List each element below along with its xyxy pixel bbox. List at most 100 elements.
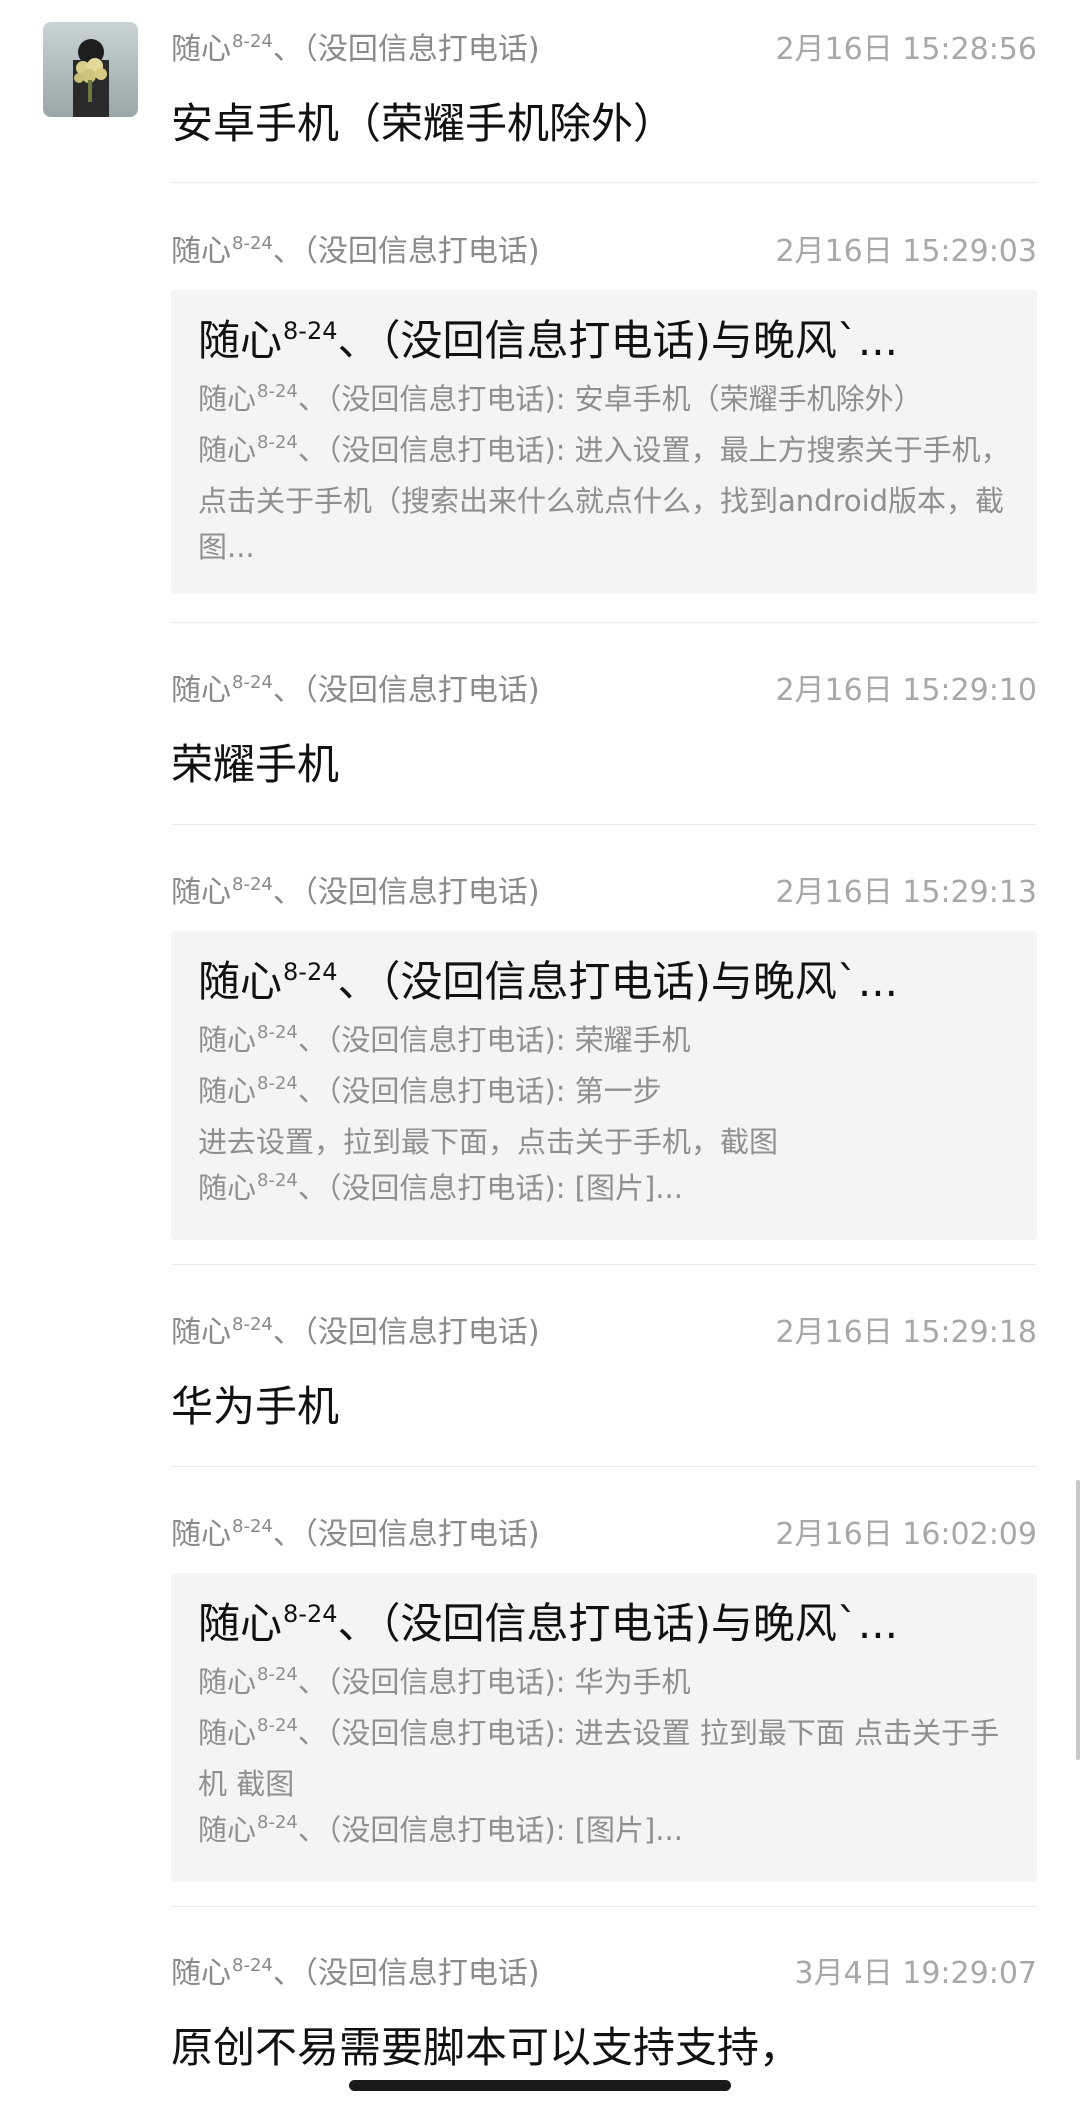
line-sup: 8-24 — [257, 1812, 298, 1833]
sender-name[interactable]: 随心8-24、（没回信息打电话) — [171, 867, 540, 911]
line-text: 、（没回信息打电话): 进去设置 拉到最下面 点击关于手机 截图 — [198, 1716, 1000, 1801]
line-prefix: 随心 — [198, 1665, 257, 1699]
sender-name-sup: 8-24 — [232, 1516, 273, 1537]
message-header: 随心8-24、（没回信息打电话) 2月16日 15:29:03 — [171, 226, 1037, 270]
divider — [171, 1466, 1037, 1467]
forwarded-card-title: 随心8-24、（没回信息打电话)与晚风`... — [198, 312, 1010, 376]
line-text: 、（没回信息打电话): [图片]... — [297, 1171, 683, 1205]
sender-name-text: 随心 — [171, 1517, 231, 1552]
line-sup: 8-24 — [257, 381, 298, 402]
sender-name-text: 随心 — [171, 234, 231, 269]
sender-name-text: 随心 — [171, 1315, 231, 1350]
forwarded-card-line: 随心8-24、（没回信息打电话): 进入设置，最上方搜索关于手机，点击关于手机（… — [198, 427, 1010, 570]
sender-name-suffix: 、（没回信息打电话) — [272, 1956, 540, 1991]
card-title-name: 随心 — [198, 316, 283, 365]
sender-name[interactable]: 随心8-24、（没回信息打电话) — [171, 1948, 540, 1992]
sender-name-text: 随心 — [171, 1956, 231, 1991]
message-time: 2月16日 15:29:13 — [775, 875, 1037, 910]
line-text: 、（没回信息打电话): [图片]... — [297, 1813, 683, 1847]
forwarded-chat-card[interactable]: 随心8-24、（没回信息打电话)与晚风`... 随心8-24、（没回信息打电话)… — [171, 931, 1037, 1240]
message-time: 2月16日 16:02:09 — [775, 1517, 1037, 1552]
forwarded-chat-card[interactable]: 随心8-24、（没回信息打电话)与晚风`... 随心8-24、（没回信息打电话)… — [171, 290, 1037, 594]
forwarded-card-line: 随心8-24、（没回信息打电话): [图片]... — [198, 1807, 1010, 1858]
forwarded-card-title: 随心8-24、（没回信息打电话)与晚风`... — [198, 1595, 1010, 1659]
message-item[interactable]: 随心8-24、（没回信息打电话) 3月4日 19:29:07 原创不易需要脚本可… — [171, 1948, 1037, 2075]
line-sup: 8-24 — [257, 1170, 298, 1191]
sender-name-sup: 8-24 — [232, 31, 273, 52]
forwarded-card-line: 进去设置，拉到最下面，点击关于手机，截图 — [198, 1119, 1010, 1165]
message-header: 随心8-24、（没回信息打电话) 2月16日 15:29:13 — [171, 867, 1037, 911]
line-text: 、（没回信息打电话): 进入设置，最上方搜索关于手机，点击关于手机（搜索出来什么… — [198, 433, 1010, 564]
line-sup: 8-24 — [257, 1715, 298, 1736]
line-sup: 8-24 — [257, 1664, 298, 1685]
line-sup: 8-24 — [257, 1073, 298, 1094]
line-sup: 8-24 — [257, 1022, 298, 1043]
sender-name[interactable]: 随心8-24、（没回信息打电话) — [171, 24, 540, 68]
sender-name[interactable]: 随心8-24、（没回信息打电话) — [171, 1307, 540, 1351]
forwarded-card-line: 随心8-24、（没回信息打电话): 荣耀手机 — [198, 1017, 1010, 1068]
sender-name-sup: 8-24 — [232, 672, 273, 693]
sender-name[interactable]: 随心8-24、（没回信息打电话) — [171, 226, 540, 270]
divider — [171, 622, 1037, 623]
card-title-sup: 8-24 — [283, 317, 338, 345]
message-time: 2月16日 15:28:56 — [775, 32, 1037, 67]
message-item[interactable]: 随心8-24、（没回信息打电话) 2月16日 15:28:56 安卓手机（荣耀手… — [171, 24, 1037, 151]
sender-name-text: 随心 — [171, 875, 231, 910]
line-text: 、（没回信息打电话): 安卓手机（荣耀手机除外） — [297, 382, 923, 416]
sender-name-suffix: 、（没回信息打电话) — [272, 673, 540, 708]
sender-name-suffix: 、（没回信息打电话) — [272, 1315, 540, 1350]
sender-name-sup: 8-24 — [232, 1314, 273, 1335]
card-title-sup: 8-24 — [283, 1600, 338, 1628]
avatar-image — [43, 22, 138, 117]
line-prefix: 随心 — [198, 1716, 257, 1750]
message-item[interactable]: 随心8-24、（没回信息打电话) 2月16日 15:29:03 随心8-24、（… — [171, 226, 1037, 594]
message-time: 3月4日 19:29:07 — [794, 1956, 1037, 1991]
divider — [171, 182, 1037, 183]
message-text: 原创不易需要脚本可以支持支持， — [171, 2023, 802, 2072]
message-text: 安卓手机（荣耀手机除外） — [171, 99, 676, 148]
forwarded-card-title: 随心8-24、（没回信息打电话)与晚风`... — [198, 953, 1010, 1017]
sender-name-suffix: 、（没回信息打电话) — [272, 32, 540, 67]
card-title-sup: 8-24 — [283, 958, 338, 986]
line-prefix: 随心 — [198, 1813, 257, 1847]
forwarded-chat-card[interactable]: 随心8-24、（没回信息打电话)与晚风`... 随心8-24、（没回信息打电话)… — [171, 1573, 1037, 1882]
line-sup: 8-24 — [257, 432, 298, 453]
line-text: 、（没回信息打电话): 第一步 — [297, 1074, 662, 1108]
message-header: 随心8-24、（没回信息打电话) 2月16日 15:28:56 — [171, 24, 1037, 68]
line-prefix: 随心 — [198, 1023, 257, 1057]
sender-name-suffix: 、（没回信息打电话) — [272, 234, 540, 269]
forwarded-card-line: 随心8-24、（没回信息打电话): 安卓手机（荣耀手机除外） — [198, 376, 1010, 427]
sender-name-sup: 8-24 — [232, 874, 273, 895]
sender-avatar[interactable] — [43, 22, 138, 117]
forwarded-card-line: 随心8-24、（没回信息打电话): 进去设置 拉到最下面 点击关于手机 截图 — [198, 1710, 1010, 1807]
message-text: 华为手机 — [171, 1382, 340, 1431]
home-indicator[interactable] — [349, 2080, 731, 2091]
line-prefix: 随心 — [198, 1074, 257, 1108]
chat-history-list[interactable]: 随心8-24、（没回信息打电话) 2月16日 15:28:56 安卓手机（荣耀手… — [0, 0, 1080, 2112]
divider — [171, 1906, 1037, 1907]
message-header: 随心8-24、（没回信息打电话) 3月4日 19:29:07 — [171, 1948, 1037, 1992]
sender-name-text: 随心 — [171, 673, 231, 708]
line-text: 进去设置，拉到最下面，点击关于手机，截图 — [198, 1125, 779, 1159]
card-title-name: 随心 — [198, 1599, 283, 1648]
sender-name[interactable]: 随心8-24、（没回信息打电话) — [171, 665, 540, 709]
message-item[interactable]: 随心8-24、（没回信息打电话) 2月16日 15:29:18 华为手机 — [171, 1307, 1037, 1434]
sender-name-sup: 8-24 — [232, 233, 273, 254]
forwarded-card-line: 随心8-24、（没回信息打电话): 第一步 — [198, 1068, 1010, 1119]
message-time: 2月16日 15:29:10 — [775, 673, 1037, 708]
sender-name-text: 随心 — [171, 32, 231, 67]
message-item[interactable]: 随心8-24、（没回信息打电话) 2月16日 15:29:10 荣耀手机 — [171, 665, 1037, 792]
card-title-name: 随心 — [198, 957, 283, 1006]
message-header: 随心8-24、（没回信息打电话) 2月16日 15:29:18 — [171, 1307, 1037, 1351]
sender-name-suffix: 、（没回信息打电话) — [272, 875, 540, 910]
message-item[interactable]: 随心8-24、（没回信息打电话) 2月16日 16:02:09 随心8-24、（… — [171, 1509, 1037, 1882]
forwarded-card-line: 随心8-24、（没回信息打电话): 华为手机 — [198, 1659, 1010, 1710]
scrollbar[interactable] — [1076, 1480, 1080, 1760]
line-text: 、（没回信息打电话): 荣耀手机 — [297, 1023, 691, 1057]
sender-name[interactable]: 随心8-24、（没回信息打电话) — [171, 1509, 540, 1553]
card-title-rest: 、（没回信息打电话)与晚风`... — [337, 957, 898, 1006]
line-text: 、（没回信息打电话): 华为手机 — [297, 1665, 691, 1699]
message-item[interactable]: 随心8-24、（没回信息打电话) 2月16日 15:29:13 随心8-24、（… — [171, 867, 1037, 1240]
line-prefix: 随心 — [198, 433, 257, 467]
sender-name-suffix: 、（没回信息打电话) — [272, 1517, 540, 1552]
